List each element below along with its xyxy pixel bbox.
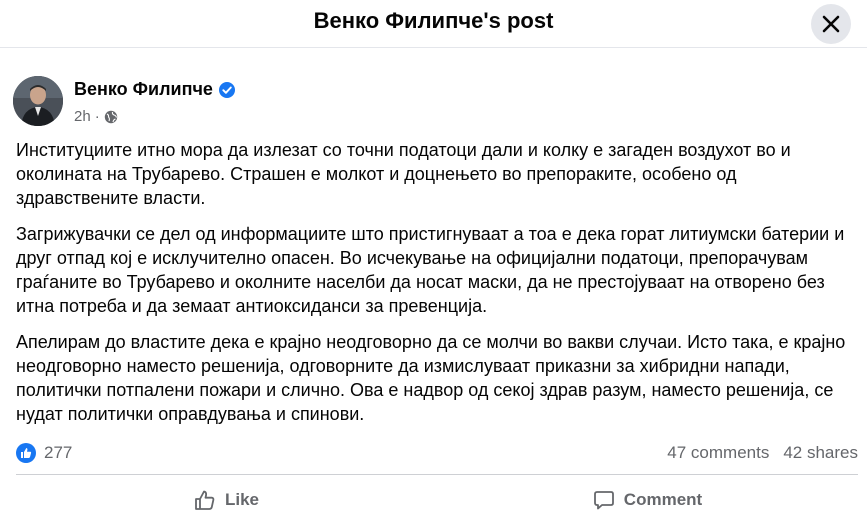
meta-separator: ·: [94, 108, 100, 125]
shares-count[interactable]: 42 shares: [783, 443, 858, 463]
author-avatar[interactable]: [13, 76, 63, 126]
post-text: Институциите итно мора да излезат со точ…: [16, 138, 856, 438]
close-icon: [822, 15, 840, 33]
post-timestamp[interactable]: 2h: [74, 108, 91, 125]
post-paragraph: Институциите итно мора да излезат со точ…: [16, 140, 791, 208]
reaction-count[interactable]: 277: [44, 443, 72, 463]
comment-button[interactable]: Comment: [437, 476, 858, 524]
post-actions: Like Comment: [16, 476, 858, 524]
like-label: Like: [224, 490, 260, 509]
dialog-title: Венко Филипче's post: [313, 8, 554, 33]
author-name[interactable]: Венко Филипче: [74, 79, 213, 100]
post-paragraph: Апелирам до властите дека е крајно неодг…: [16, 332, 846, 424]
reactions-bar: 277 47 comments 42 shares: [16, 441, 858, 465]
post-dialog-header: Венко Филипче's post: [0, 0, 867, 48]
like-reaction-icon[interactable]: [16, 443, 36, 463]
author-photo: [13, 76, 63, 126]
verified-badge-icon: [218, 81, 235, 98]
comment-icon: [593, 491, 614, 510]
comment-label: Comment: [623, 490, 703, 509]
thumbs-up-icon: [195, 490, 215, 510]
globe-icon[interactable]: [104, 110, 118, 124]
close-button[interactable]: [811, 4, 851, 44]
actions-divider: [16, 474, 858, 475]
like-button[interactable]: Like: [16, 476, 437, 524]
comments-count[interactable]: 47 comments: [667, 443, 769, 463]
post-paragraph: Загрижувачки се дел од информациите што …: [16, 224, 845, 316]
